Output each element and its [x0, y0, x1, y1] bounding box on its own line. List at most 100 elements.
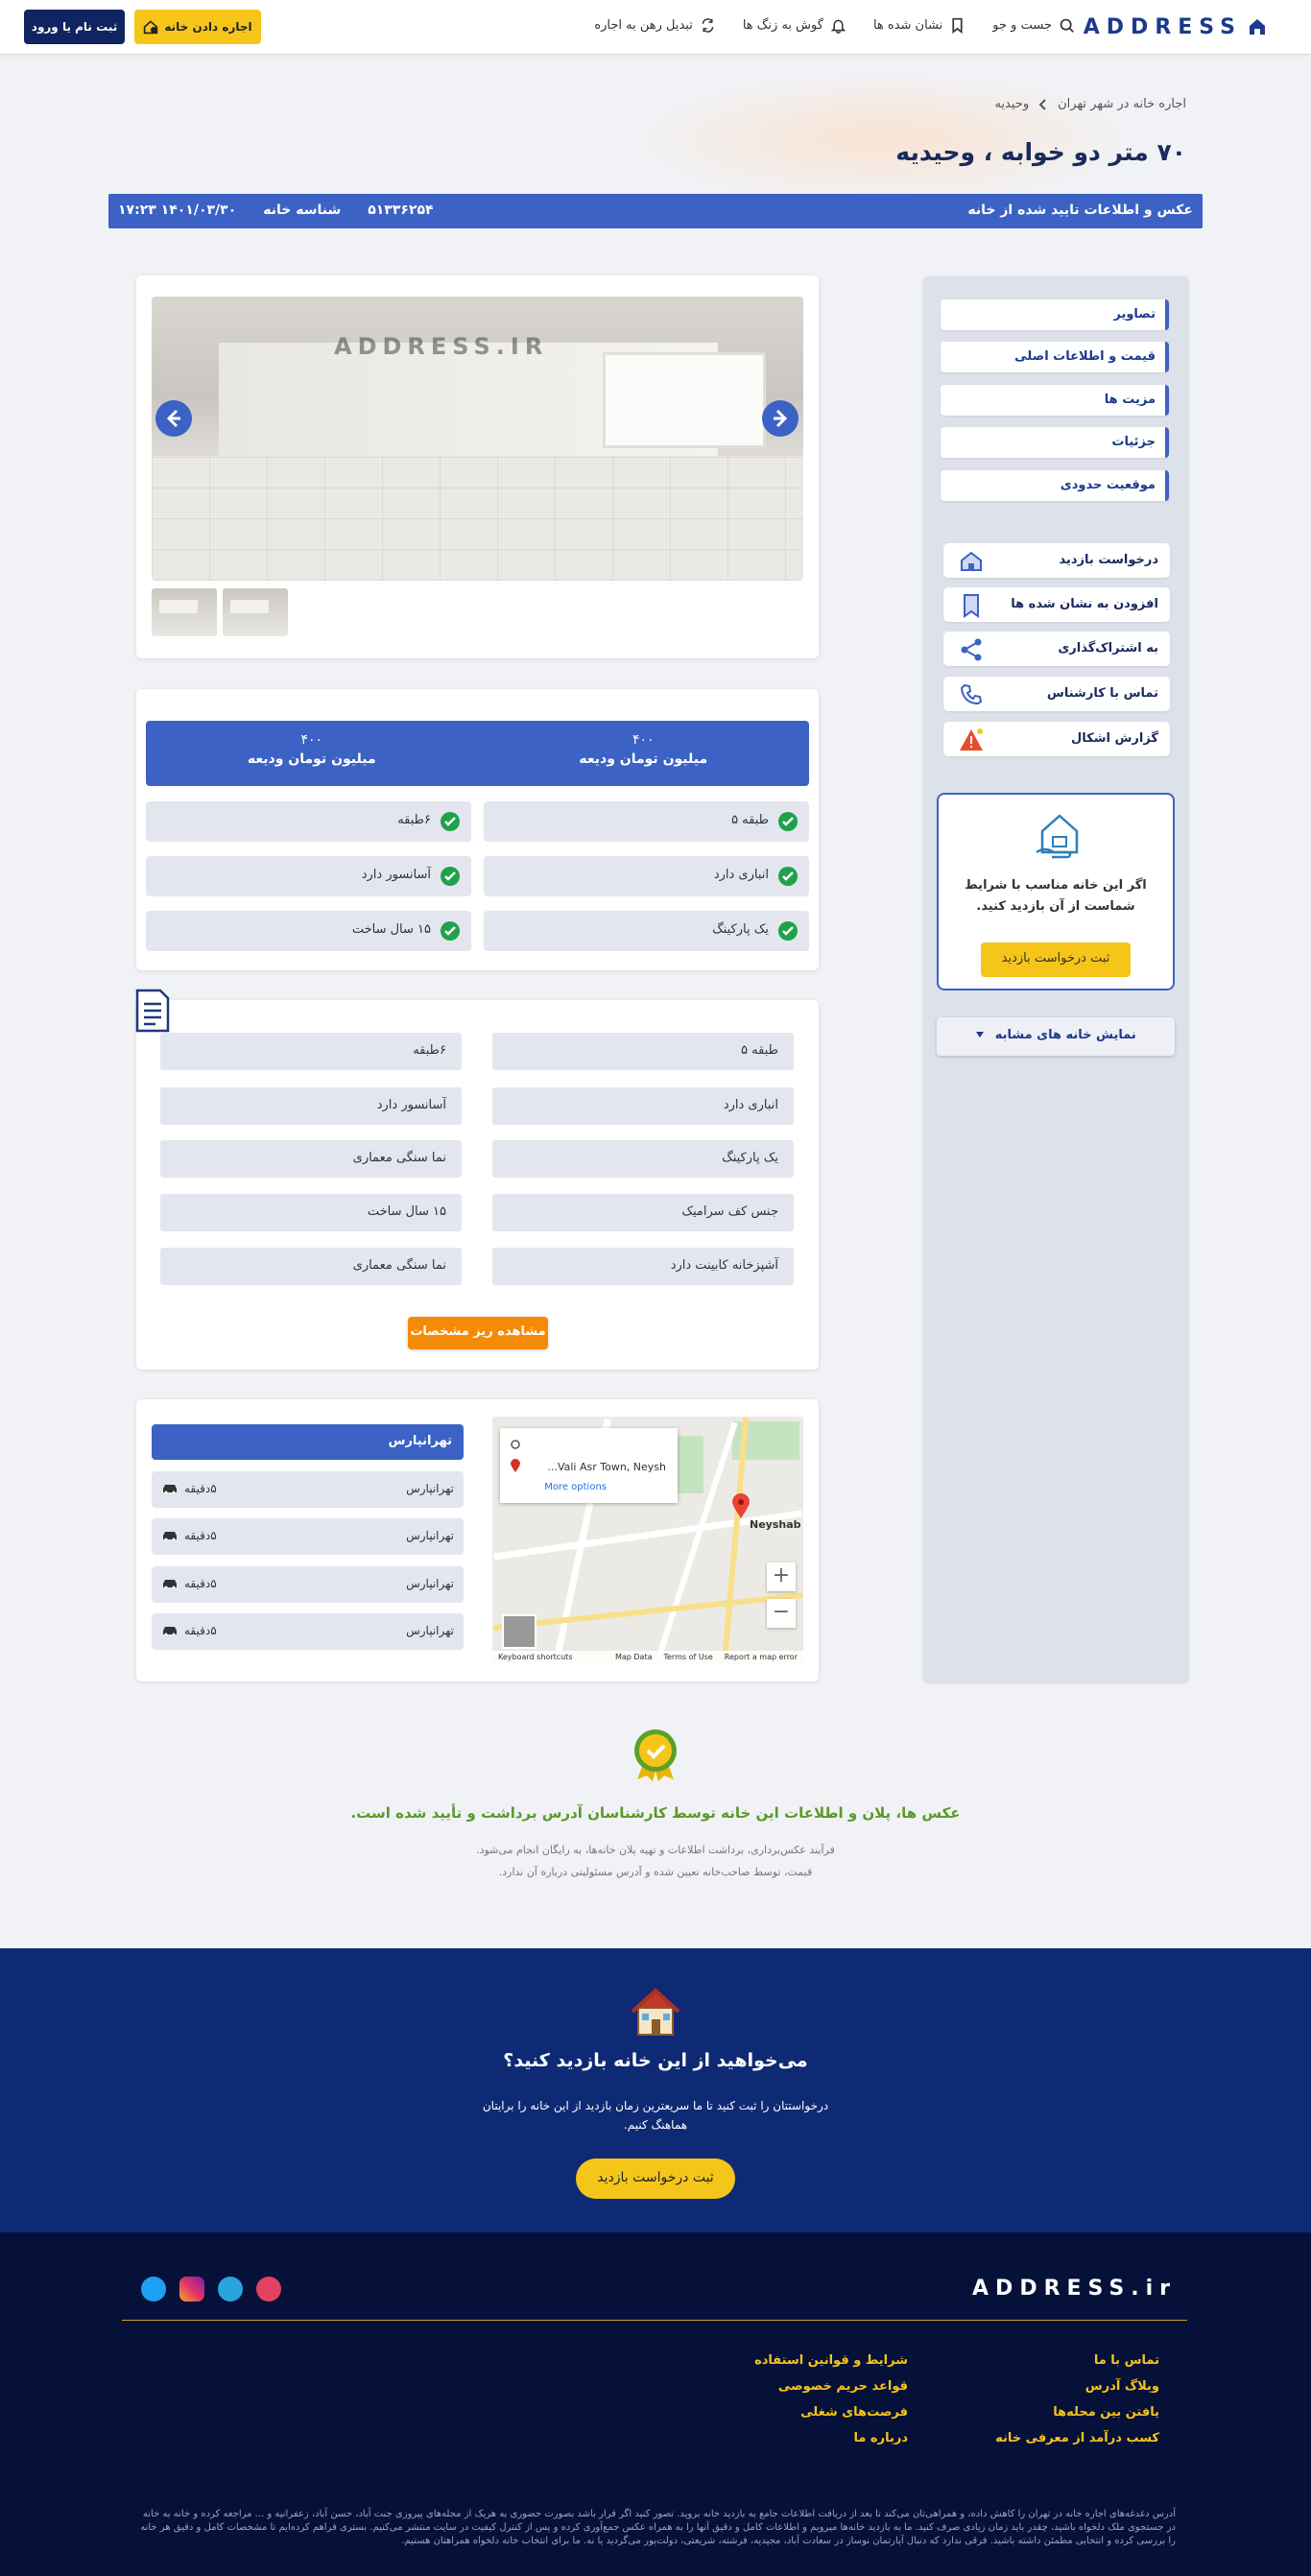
verified-badge-icon — [634, 1729, 677, 1781]
price-card: ۴۰۰ میلیون تومان ودیعه ۴۰۰ میلیون تومان … — [136, 689, 819, 970]
map-more-options[interactable]: More options — [544, 1482, 607, 1492]
footer-link[interactable]: تماس با ما — [995, 2348, 1159, 2373]
arrow-right-icon — [774, 409, 788, 428]
price-unit: میلیون تومان ودیعه — [247, 751, 376, 767]
breadcrumb-neighborhood[interactable]: وحیدیه — [994, 97, 1029, 111]
aparat-icon[interactable] — [256, 2277, 281, 2302]
verification-line: فرآیند عکس‌برداری، برداشت اطلاعات و تهیه… — [476, 1844, 835, 1856]
sidebar-link-advantages[interactable]: مزیت ها — [941, 385, 1169, 416]
sidebar-link-price[interactable]: قیمت و اطلاعات اصلی — [941, 342, 1169, 372]
car-icon — [163, 1532, 177, 1540]
map-terms[interactable]: Terms of Use — [663, 1653, 712, 1664]
map-place-name: Vali Asr Town, Neysh... — [547, 1461, 666, 1473]
photo-floor — [152, 456, 803, 581]
map-shortcuts[interactable]: Keyboard shortcuts — [498, 1653, 572, 1664]
visit-card-text: اگر این خانه مناسب با شرایط شماست از آن … — [965, 878, 1147, 914]
nav-convert-label: تبدیل رهن به اجاره — [594, 18, 693, 33]
map-data[interactable]: Map Data — [615, 1653, 653, 1664]
listing-datetime: ۱۴۰۱/۰۳/۳۰ ۱۷:۲۳ — [118, 203, 237, 218]
visit-card-button[interactable]: ثبت درخواست بازدید — [981, 942, 1131, 977]
neighborhood-header: تهرانپارس — [152, 1424, 464, 1460]
footer-col-2: شرایط و قوانین استفاده قواعد حریم خصوصی … — [754, 2348, 908, 2451]
instagram-icon[interactable] — [179, 2277, 204, 2302]
breadcrumb-city[interactable]: اجاره خانه در شهر تهران — [1058, 97, 1186, 111]
detail-item: ۱۵ سال ساخت — [160, 1194, 462, 1231]
footer-link[interactable]: قواعد حریم خصوصی — [754, 2373, 908, 2399]
logo[interactable]: ADDRESS — [1084, 15, 1267, 39]
nav-bookmarks[interactable]: نشان شده ها — [873, 17, 965, 34]
detail-item: نما سنگی معماری — [160, 1248, 462, 1285]
location-map[interactable]: Vali Asr Town, Neysh... More options Ney… — [492, 1417, 803, 1664]
rent-out-label: اجاره دادن خانه — [164, 20, 252, 34]
telegram-icon[interactable] — [218, 2277, 243, 2302]
neighborhood-name: تهرانپارس — [406, 1529, 454, 1542]
price-bar: ۴۰۰ میلیون تومان ودیعه ۴۰۰ میلیون تومان … — [146, 721, 809, 786]
neighborhood-row[interactable]: تهرانپارس ۵دقیقه — [152, 1613, 464, 1650]
map-pin-icon — [732, 1493, 750, 1518]
sidebar-link-location[interactable]: موقعیت حدودی — [941, 470, 1169, 501]
nav-bookmarks-label: نشان شده ها — [872, 18, 943, 33]
footer-logo[interactable]: ADDRESS.ir — [972, 2277, 1177, 2301]
next-photo-button[interactable] — [762, 400, 799, 437]
twitter-icon[interactable] — [141, 2277, 166, 2302]
share-label: به اشتراک‌گذاری — [1058, 641, 1158, 656]
nav-alerts[interactable]: گوش به زنگ ها — [743, 17, 846, 34]
nav-search[interactable]: جست و جو — [992, 17, 1075, 34]
house-icon — [961, 551, 982, 571]
photo-thumbnail[interactable] — [152, 588, 217, 636]
map-highway — [492, 1592, 803, 1631]
prev-photo-button[interactable] — [155, 400, 192, 437]
cta-visit-button[interactable]: ثبت درخواست بازدید — [576, 2159, 735, 2199]
listing-id-label: شناسه خانه — [263, 203, 342, 218]
details-card: طبقه ۵ ۶طبقه انباری دارد آسانسور دارد یک… — [135, 989, 819, 1370]
zoom-in-button[interactable]: + — [767, 1562, 796, 1591]
neighborhood-row[interactable]: تهرانپارس ۵دقیقه — [152, 1518, 464, 1555]
map-report[interactable]: Report a map error — [725, 1653, 798, 1664]
share-button[interactable]: به اشتراک‌گذاری — [943, 632, 1170, 666]
price-value: ۴۰۰ — [300, 732, 323, 748]
footer-col-1: تماس با ما وبلاگ آدرس یافتن بین محله‌ها … — [995, 2348, 1159, 2451]
nav-search-label: جست و جو — [992, 18, 1052, 33]
neighborhood-row[interactable]: تهرانپارس ۵دقیقه — [152, 1566, 464, 1603]
photo-thumbnail[interactable] — [223, 588, 288, 636]
footer-link[interactable]: فرصت‌های شغلی — [754, 2399, 908, 2425]
login-button[interactable]: ثبت نام یا ورود — [24, 10, 125, 44]
check-icon — [441, 812, 460, 831]
main-photo[interactable]: ADDRESS.IR — [152, 297, 803, 581]
similar-homes-button[interactable]: نمایش خانه های مشابه — [937, 1017, 1175, 1056]
verification-line: قیمت، توسط صاحب‌خانه تعیین شده و آدرس مس… — [498, 1866, 813, 1878]
feature-label: یک پارکینگ — [712, 922, 769, 937]
listing-meta: ۵۱۳۳۶۲۵۴ شناسه خانه ۱۴۰۱/۰۳/۳۰ ۱۷:۲۳ — [118, 203, 434, 218]
add-bookmark-button[interactable]: افزودن به نشان شده ها — [943, 587, 1170, 622]
contact-agent-button[interactable]: تماس با کارشناس — [943, 677, 1170, 711]
check-icon — [441, 867, 460, 886]
neighborhood-name: تهرانپارس — [406, 1482, 454, 1495]
check-icon — [441, 921, 460, 941]
request-visit-button[interactable]: درخواست بازدید — [943, 543, 1170, 578]
sidebar-link-details[interactable]: جزئیات — [941, 427, 1169, 458]
travel-time: ۵دقیقه — [184, 1482, 217, 1495]
add-bookmark-label: افزودن به نشان شده ها — [1011, 597, 1158, 611]
check-icon — [778, 867, 798, 886]
footer-link[interactable]: یافتن بین محله‌ها — [995, 2399, 1159, 2425]
price-deposit-right: ۴۰۰ میلیون تومان ودیعه — [478, 721, 810, 786]
bell-icon — [830, 19, 846, 34]
report-issue-button[interactable]: گزارش اشکال — [943, 722, 1170, 756]
map-area-label: Neyshab — [750, 1518, 801, 1531]
travel-time: ۵دقیقه — [184, 1529, 217, 1542]
feature-item: یک پارکینگ — [484, 911, 809, 951]
feature-item: ۶طبقه — [146, 801, 471, 842]
feature-item: انباری دارد — [484, 856, 809, 896]
nav-convert[interactable]: تبدیل رهن به اجاره — [594, 17, 716, 34]
footer-link[interactable]: کسب درآمد از معرفی خانه — [995, 2425, 1159, 2451]
zoom-out-button[interactable]: − — [767, 1599, 796, 1628]
neighborhood-row[interactable]: تهرانپارس ۵دقیقه — [152, 1471, 464, 1508]
full-specs-button[interactable]: مشاهده ریز مشخصات — [408, 1317, 548, 1349]
footer-link[interactable]: وبلاگ آدرس — [995, 2373, 1159, 2399]
car-icon — [163, 1580, 177, 1588]
footer-link[interactable]: درباره ما — [754, 2425, 908, 2451]
rent-out-button[interactable]: اجاره دادن خانه — [134, 10, 261, 44]
footer-link[interactable]: شرایط و قوانین استفاده — [754, 2348, 908, 2373]
sidebar-link-images[interactable]: تصاویر — [941, 299, 1169, 330]
street-view-thumb[interactable] — [502, 1614, 536, 1649]
